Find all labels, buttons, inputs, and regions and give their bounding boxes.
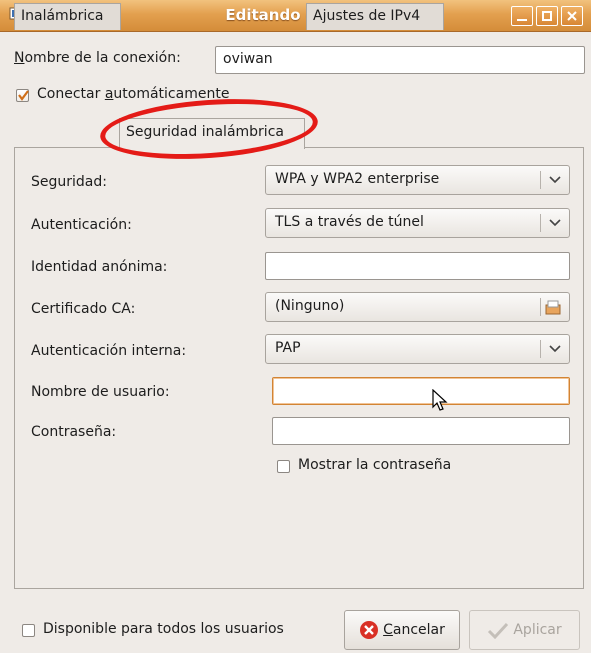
close-button[interactable] — [561, 6, 583, 26]
cancel-button[interactable]: Cancelar — [344, 610, 460, 650]
cancel-icon — [360, 621, 379, 639]
minimize-button[interactable] — [511, 6, 533, 26]
available-all-users-checkbox[interactable] — [22, 624, 35, 637]
chevron-down-icon — [549, 345, 561, 353]
connection-name-label: Nombre de la conexión: — [14, 50, 181, 66]
checkmark-icon — [488, 622, 509, 639]
anonymous-identity-input[interactable] — [265, 252, 570, 280]
maximize-icon — [542, 11, 552, 21]
tab-ajustes-ipv4[interactable]: Ajustes de IPv4 — [306, 3, 444, 30]
auto-connect-label[interactable]: Conectar automáticamente — [37, 86, 229, 102]
connection-name-input[interactable]: oviwan — [215, 46, 585, 74]
inner-authentication-combo[interactable]: PAP — [265, 334, 570, 364]
maximize-button[interactable] — [536, 6, 558, 26]
apply-button[interactable]: Aplicar — [469, 610, 580, 650]
authentication-combo-value: TLS a través de túnel — [275, 214, 424, 230]
chevron-down-icon — [549, 219, 561, 227]
ca-certificate-label: Certificado CA: — [31, 301, 136, 317]
username-input[interactable] — [272, 377, 570, 405]
show-password-checkbox[interactable] — [277, 460, 290, 473]
chevron-down-icon — [549, 176, 561, 184]
username-label: Nombre de usuario: — [31, 384, 170, 400]
security-label: Seguridad: — [31, 174, 107, 190]
authentication-label: Autenticación: — [31, 217, 132, 233]
apply-button-label: Aplicar — [513, 622, 562, 638]
security-combo-value: WPA y WPA2 enterprise — [275, 171, 440, 187]
password-input[interactable] — [272, 417, 570, 445]
tab-inalambrica[interactable]: Inalámbrica — [14, 3, 121, 30]
folder-open-icon — [545, 300, 561, 315]
close-icon — [567, 11, 577, 21]
inner-authentication-label: Autenticación interna: — [31, 343, 187, 359]
password-label: Contraseña: — [31, 424, 117, 440]
cancel-button-label: Cancelar — [383, 622, 445, 638]
anonymous-identity-label: Identidad anónima: — [31, 259, 168, 275]
check-icon — [18, 90, 29, 101]
ca-certificate-value: (Ninguno) — [275, 298, 345, 314]
show-password-label[interactable]: Mostrar la contraseña — [298, 457, 451, 473]
security-combo[interactable]: WPA y WPA2 enterprise — [265, 165, 570, 195]
mouse-pointer-icon — [432, 389, 448, 411]
ca-certificate-file-button[interactable]: (Ninguno) — [265, 292, 570, 322]
auto-connect-checkbox[interactable] — [16, 89, 29, 102]
tab-seguridad-inalambrica[interactable]: Seguridad inalámbrica — [119, 118, 305, 149]
inner-authentication-value: PAP — [275, 340, 301, 356]
available-all-users-label[interactable]: Disponible para todos los usuarios — [43, 621, 284, 637]
minimize-icon — [517, 19, 527, 21]
authentication-combo[interactable]: TLS a través de túnel — [265, 208, 570, 238]
